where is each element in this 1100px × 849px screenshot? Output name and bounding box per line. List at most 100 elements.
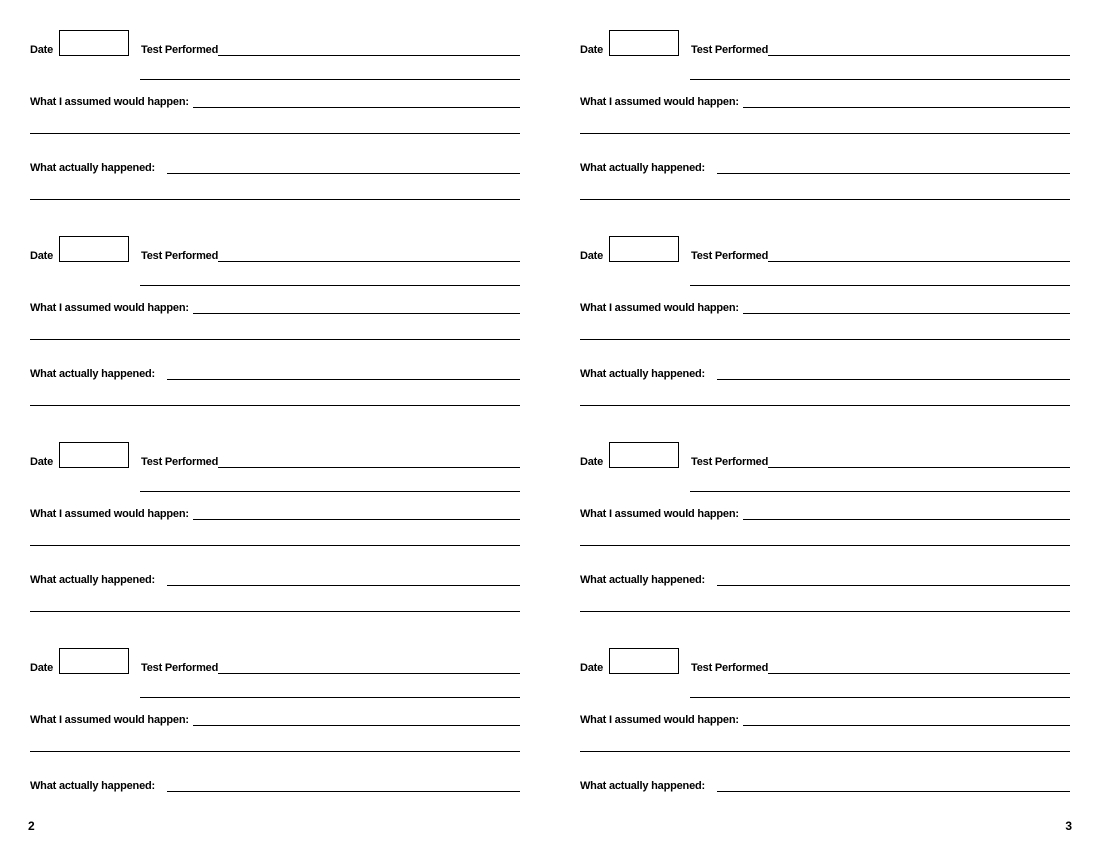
write-line[interactable] — [580, 328, 1070, 340]
write-line[interactable] — [218, 662, 520, 674]
write-line[interactable] — [580, 394, 1070, 406]
write-line[interactable] — [30, 600, 520, 612]
date-input-box[interactable] — [59, 236, 129, 262]
assumed-label: What I assumed would happen: — [30, 714, 189, 726]
write-line[interactable] — [768, 250, 1070, 262]
assumed-label: What I assumed would happen: — [30, 508, 189, 520]
date-input-box[interactable] — [59, 648, 129, 674]
actual-label: What actually happened: — [580, 780, 705, 792]
log-entry: Date Test Performed What I assumed would… — [30, 236, 520, 406]
write-line[interactable] — [193, 96, 520, 108]
date-input-box[interactable] — [59, 30, 129, 56]
right-page: Date Test Performed What I assumed would… — [550, 0, 1100, 849]
date-label: Date — [580, 456, 603, 468]
write-line[interactable] — [743, 508, 1070, 520]
assumed-label: What I assumed would happen: — [580, 714, 739, 726]
write-line[interactable] — [167, 780, 520, 792]
write-line[interactable] — [717, 780, 1070, 792]
write-line[interactable] — [768, 44, 1070, 56]
write-line[interactable] — [140, 480, 520, 492]
write-line[interactable] — [768, 662, 1070, 674]
date-label: Date — [30, 250, 53, 262]
write-line[interactable] — [193, 302, 520, 314]
date-label: Date — [30, 44, 53, 56]
log-entry: Date Test Performed What I assumed would… — [580, 236, 1070, 406]
test-performed-label: Test Performed — [141, 250, 218, 262]
write-line[interactable] — [140, 686, 520, 698]
log-entry: Date Test Performed What I assumed would… — [580, 648, 1070, 792]
actual-label: What actually happened: — [30, 574, 155, 586]
assumed-label: What I assumed would happen: — [30, 96, 189, 108]
date-label: Date — [580, 662, 603, 674]
write-line[interactable] — [768, 456, 1070, 468]
write-line[interactable] — [690, 686, 1070, 698]
write-line[interactable] — [30, 534, 520, 546]
write-line[interactable] — [717, 368, 1070, 380]
test-performed-label: Test Performed — [141, 44, 218, 56]
write-line[interactable] — [30, 740, 520, 752]
assumed-label: What I assumed would happen: — [580, 302, 739, 314]
entries-left: Date Test Performed What I assumed would… — [30, 30, 520, 792]
actual-label: What actually happened: — [30, 368, 155, 380]
test-performed-label: Test Performed — [691, 662, 768, 674]
date-label: Date — [30, 456, 53, 468]
write-line[interactable] — [717, 162, 1070, 174]
write-line[interactable] — [580, 122, 1070, 134]
write-line[interactable] — [30, 122, 520, 134]
test-performed-label: Test Performed — [141, 456, 218, 468]
write-line[interactable] — [167, 368, 520, 380]
log-entry: Date Test Performed What I assumed would… — [580, 30, 1070, 200]
write-line[interactable] — [743, 714, 1070, 726]
write-line[interactable] — [580, 600, 1070, 612]
entries-right: Date Test Performed What I assumed would… — [580, 30, 1070, 792]
write-line[interactable] — [218, 250, 520, 262]
assumed-label: What I assumed would happen: — [580, 96, 739, 108]
write-line[interactable] — [30, 188, 520, 200]
date-input-box[interactable] — [609, 442, 679, 468]
write-line[interactable] — [580, 534, 1070, 546]
log-entry: Date Test Performed What I assumed would… — [30, 30, 520, 200]
actual-label: What actually happened: — [580, 368, 705, 380]
actual-label: What actually happened: — [30, 780, 155, 792]
test-performed-label: Test Performed — [691, 250, 768, 262]
page-spread: Date Test Performed What I assumed would… — [0, 0, 1100, 849]
test-performed-label: Test Performed — [691, 456, 768, 468]
test-performed-label: Test Performed — [141, 662, 218, 674]
date-input-box[interactable] — [609, 30, 679, 56]
write-line[interactable] — [193, 508, 520, 520]
test-performed-label: Test Performed — [691, 44, 768, 56]
left-page: Date Test Performed What I assumed would… — [0, 0, 550, 849]
write-line[interactable] — [30, 328, 520, 340]
log-entry: Date Test Performed What I assumed would… — [30, 442, 520, 612]
page-number-right: 3 — [1065, 819, 1072, 833]
write-line[interactable] — [743, 302, 1070, 314]
write-line[interactable] — [690, 68, 1070, 80]
write-line[interactable] — [193, 714, 520, 726]
page-number-left: 2 — [28, 819, 35, 833]
write-line[interactable] — [218, 456, 520, 468]
write-line[interactable] — [167, 162, 520, 174]
assumed-label: What I assumed would happen: — [580, 508, 739, 520]
assumed-label: What I assumed would happen: — [30, 302, 189, 314]
write-line[interactable] — [140, 274, 520, 286]
write-line[interactable] — [167, 574, 520, 586]
date-input-box[interactable] — [609, 236, 679, 262]
date-label: Date — [580, 250, 603, 262]
write-line[interactable] — [717, 574, 1070, 586]
write-line[interactable] — [743, 96, 1070, 108]
write-line[interactable] — [580, 188, 1070, 200]
write-line[interactable] — [690, 274, 1070, 286]
write-line[interactable] — [218, 44, 520, 56]
write-line[interactable] — [580, 740, 1070, 752]
date-input-box[interactable] — [59, 442, 129, 468]
write-line[interactable] — [140, 68, 520, 80]
write-line[interactable] — [690, 480, 1070, 492]
actual-label: What actually happened: — [580, 162, 705, 174]
date-label: Date — [30, 662, 53, 674]
log-entry: Date Test Performed What I assumed would… — [30, 648, 520, 792]
actual-label: What actually happened: — [580, 574, 705, 586]
actual-label: What actually happened: — [30, 162, 155, 174]
date-label: Date — [580, 44, 603, 56]
date-input-box[interactable] — [609, 648, 679, 674]
write-line[interactable] — [30, 394, 520, 406]
